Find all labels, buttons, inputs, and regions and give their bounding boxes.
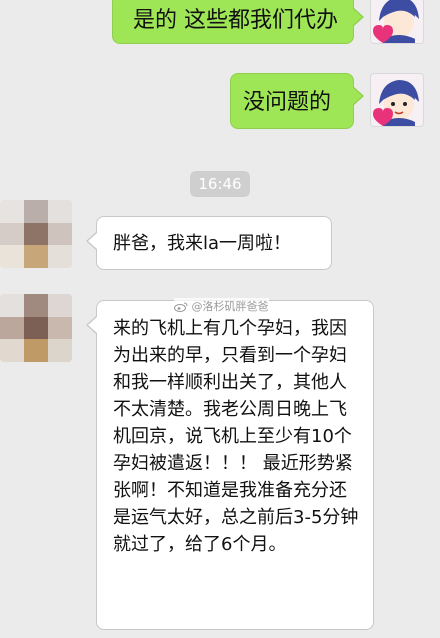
message-text: 没问题的 [243, 90, 332, 115]
message-text: 胖爸，我来la一周啦！ [113, 233, 292, 254]
pixelated-avatar-icon [0, 200, 72, 268]
message-timestamp: 16:46 [190, 171, 250, 197]
received-message-bubble[interactable]: 胖爸，我来la一周啦！ [86, 216, 332, 270]
cartoon-boy-avatar-icon [371, 74, 423, 126]
message-text: 是的 这些都我们代办 [133, 8, 338, 33]
pixelated-avatar-icon [0, 294, 72, 362]
watermark-text: @洛杉矶胖爸爸 [191, 300, 269, 313]
contact-avatar[interactable] [0, 200, 72, 268]
user-avatar[interactable] [370, 0, 424, 44]
received-message-bubble[interactable]: 来的飞机上有几个孕妇，我因为出来的早，只看到一个孕妇和我一样顺利出关了，其他人不… [86, 300, 374, 630]
weibo-logo-icon [174, 302, 188, 312]
user-avatar[interactable] [370, 73, 424, 127]
contact-avatar[interactable] [0, 294, 72, 362]
message-text: 来的飞机上有几个孕妇，我因为出来的早，只看到一个孕妇和我一样顺利出关了，其他人不… [113, 318, 359, 555]
cartoon-boy-avatar-icon [371, 0, 423, 43]
sent-message-bubble[interactable]: 没问题的 [230, 73, 364, 129]
chat-window: 是的 这些都我们代办 没问题的 16:46 胖爸，我来la一周啦！ 来的飞机上有… [0, 0, 440, 638]
weibo-watermark: @洛杉矶胖爸爸 [174, 298, 269, 314]
sent-message-bubble[interactable]: 是的 这些都我们代办 [112, 0, 364, 44]
